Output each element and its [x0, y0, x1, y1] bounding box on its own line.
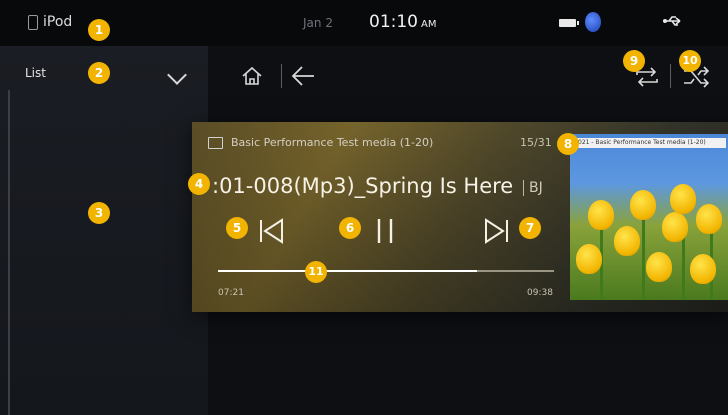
list-title: List	[25, 66, 46, 80]
phone-icon	[28, 14, 38, 30]
annotation-badge: 2	[88, 62, 110, 84]
next-track-button[interactable]	[482, 216, 512, 246]
pause-button[interactable]	[374, 216, 396, 246]
status-bar: iPod Jan 2 01:10 AM	[0, 0, 728, 46]
artist-name: BJ	[529, 180, 543, 196]
folder-name: Basic Performance Test media (1-20)	[231, 136, 434, 149]
title-divider	[523, 180, 524, 196]
back-button[interactable]	[290, 64, 316, 88]
annotation-badge: 8	[557, 133, 579, 155]
album-art-caption: 021 - Basic Performance Test media (1-20…	[574, 138, 726, 148]
progress-bar[interactable]	[218, 270, 554, 272]
previous-icon	[260, 218, 283, 244]
home-icon	[242, 66, 262, 85]
chevron-down-icon[interactable]	[167, 65, 187, 85]
pause-icon	[377, 219, 393, 243]
back-arrow-icon	[291, 66, 314, 86]
progress-fill	[218, 270, 477, 272]
annotation-badge: 5	[226, 217, 248, 239]
time-label: 01:10	[369, 12, 418, 32]
source-label: iPod	[43, 14, 73, 30]
now-playing-card: Basic Performance Test media (1-20) 15/3…	[192, 122, 728, 312]
toolbar-divider	[670, 64, 671, 88]
annotation-badge: 3	[88, 202, 110, 224]
track-counter: 15/31	[520, 136, 552, 149]
folder-icon	[208, 137, 223, 149]
list-panel[interactable]: List	[0, 46, 208, 415]
list-scrollbar[interactable]	[8, 90, 10, 415]
date-label: Jan 2	[303, 16, 333, 30]
clock: 01:10 AM	[369, 12, 436, 32]
home-button[interactable]	[240, 64, 264, 88]
previous-track-button[interactable]	[256, 216, 286, 246]
annotation-badge: 10	[679, 50, 701, 72]
annotation-badge: 11	[305, 261, 327, 283]
usb-icon	[662, 14, 684, 32]
annotation-badge: 1	[88, 19, 110, 41]
battery-icon	[559, 19, 579, 27]
total-time: 09:38	[527, 288, 553, 298]
source-indicator: iPod	[28, 14, 72, 30]
toolbar-divider	[281, 64, 282, 88]
next-icon	[485, 218, 508, 244]
annotation-badge: 7	[519, 217, 541, 239]
annotation-badge: 4	[188, 173, 210, 195]
ampm-label: AM	[421, 19, 437, 30]
song-title: :01-008(Mp3)_Spring Is Here	[212, 174, 514, 198]
album-art: 021 - Basic Performance Test media (1-20…	[570, 134, 728, 300]
bluetooth-icon	[585, 12, 601, 32]
elapsed-time: 07:21	[218, 288, 244, 298]
annotation-badge: 9	[623, 50, 645, 72]
annotation-badge: 6	[339, 217, 361, 239]
